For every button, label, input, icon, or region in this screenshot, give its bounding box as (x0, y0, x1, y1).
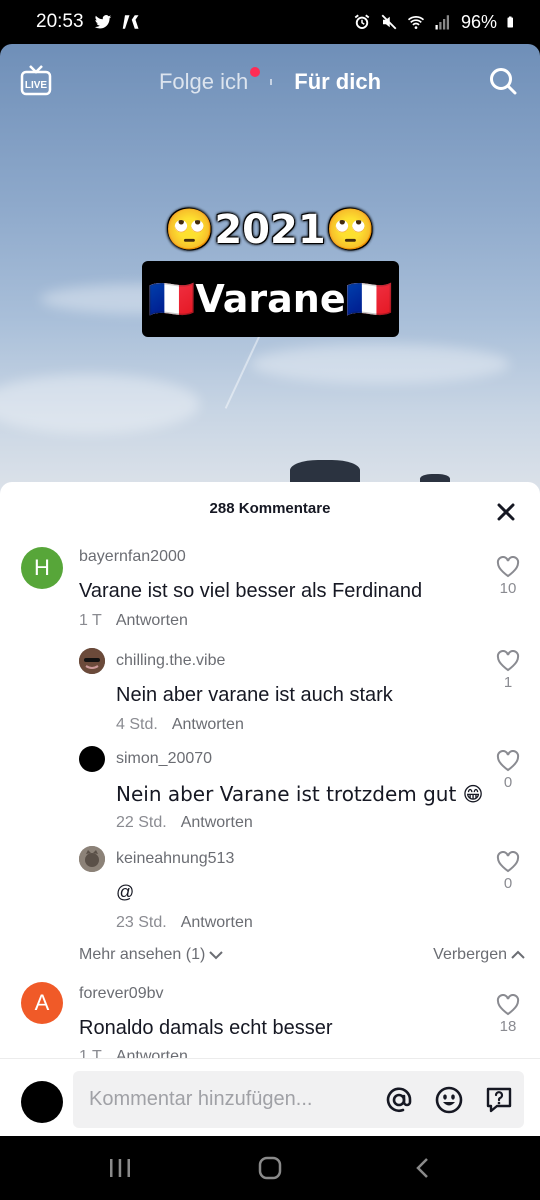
signal-icon (435, 15, 449, 30)
cloud-decoration (0, 374, 200, 434)
like-count: 1 (503, 674, 513, 691)
comment-username[interactable]: simon_20070 (116, 750, 212, 768)
hide-replies-button[interactable]: Verbergen (433, 946, 525, 964)
avatar[interactable] (79, 648, 105, 674)
show-more-label: Mehr ansehen (1) (79, 946, 206, 963)
mention-icon[interactable] (384, 1085, 414, 1115)
comment-meta: 1 T Antworten (79, 612, 188, 630)
heart-icon (496, 994, 520, 1016)
tab-following[interactable]: Folge ich (158, 67, 261, 95)
like-count: 10 (499, 580, 517, 597)
close-icon[interactable] (494, 500, 518, 524)
avatar[interactable]: H (21, 547, 63, 589)
heart-icon (496, 750, 520, 772)
comment-username[interactable]: keineahnung513 (116, 850, 234, 868)
reply-button[interactable]: Antworten (181, 814, 253, 832)
comment-input-bar (0, 1058, 540, 1136)
like-button[interactable]: 0 (494, 750, 522, 791)
wifi-icon (407, 16, 425, 29)
comments-count-title: 288 Kommentare (209, 500, 331, 517)
reply-button[interactable]: Antworten (172, 716, 244, 734)
recents-icon[interactable] (107, 1156, 133, 1180)
comment-username[interactable]: forever09bv (79, 985, 164, 1003)
comment-text: Nein aber varane ist auch stark (116, 684, 393, 706)
avatar[interactable] (79, 846, 105, 872)
feed-tabs: Folge ich Für dich (0, 62, 540, 102)
heart-icon (496, 650, 520, 672)
back-icon[interactable] (410, 1156, 436, 1180)
comment-time: 4 Std. (116, 716, 158, 733)
comment-time: 22 Std. (116, 814, 167, 831)
comment-text: Varane ist so viel besser als Ferdinand (79, 580, 423, 602)
comment-input-container (73, 1071, 524, 1128)
comment-meta: 4 Std. Antworten (116, 716, 244, 734)
show-more-replies-button[interactable]: Mehr ansehen (1) (79, 946, 224, 964)
system-nav-bar (0, 1136, 540, 1200)
like-count: 0 (503, 774, 513, 791)
clock: 20:53 (36, 11, 84, 32)
comment-text: Ronaldo damals echt besser (79, 1017, 333, 1039)
question-icon[interactable] (484, 1085, 514, 1115)
comment-time: 23 Std. (116, 914, 167, 931)
tab-for-you[interactable]: Für dich (294, 69, 381, 95)
like-button[interactable]: 10 (494, 556, 522, 597)
like-button[interactable]: 18 (494, 994, 522, 1035)
avatar-letter: A (34, 990, 50, 1015)
home-icon[interactable] (257, 1156, 283, 1180)
heart-icon (496, 556, 520, 578)
battery-icon (507, 16, 513, 28)
comment-username[interactable]: bayernfan2000 (79, 548, 186, 566)
search-icon[interactable] (488, 66, 518, 96)
reply-button[interactable]: Antworten (116, 612, 188, 630)
comment-text: @ (116, 882, 135, 902)
notification-dot (250, 67, 261, 77)
replies-toggle-row: Mehr ansehen (1) Verbergen (79, 946, 525, 964)
like-count: 0 (503, 875, 513, 892)
comment-meta: 22 Std. Antworten (116, 814, 253, 832)
video-caption-name: 🇫🇷Varane🇫🇷 (142, 261, 399, 337)
cloud-decoration (250, 344, 510, 384)
like-button[interactable]: 0 (494, 851, 522, 892)
avatar[interactable] (21, 1081, 63, 1123)
avatar[interactable]: A (21, 982, 63, 1024)
reply-button[interactable]: Antworten (181, 914, 253, 932)
heart-icon (496, 851, 520, 873)
comment-meta: 23 Std. Antworten (116, 914, 253, 932)
avatar-image (79, 846, 105, 872)
comments-header: 288 Kommentare (0, 482, 540, 534)
status-bar: 20:53 96% (0, 0, 540, 44)
hide-label: Verbergen (433, 946, 507, 963)
emoji-icon[interactable] (434, 1085, 464, 1115)
video-caption-year: 🙄2021🙄 (164, 207, 376, 253)
like-button[interactable]: 1 (494, 650, 522, 691)
chevron-down-icon (209, 951, 224, 960)
battery-percent: 96% (460, 11, 497, 32)
avatar-letter: H (34, 555, 50, 580)
avatar[interactable] (79, 746, 105, 772)
alarm-icon (354, 14, 370, 29)
chevron-up-icon (511, 950, 525, 959)
comment-time: 1 T (79, 612, 102, 629)
like-count: 18 (499, 1018, 517, 1035)
avatar-image (79, 648, 105, 674)
mute-icon (381, 14, 397, 30)
tab-separator (270, 79, 273, 85)
notification-icon (122, 15, 139, 29)
comment-username[interactable]: chilling.the.vibe (116, 652, 225, 670)
comment-input[interactable] (89, 1071, 379, 1128)
twitter-icon (94, 15, 111, 29)
tab-following-label: Folge ich (158, 69, 249, 94)
comments-sheet: 288 Kommentare H bayernfan2000 Varane is… (0, 482, 540, 1136)
comment-text: Nein aber Varane ist trotzdem gut 😁 (116, 782, 484, 806)
